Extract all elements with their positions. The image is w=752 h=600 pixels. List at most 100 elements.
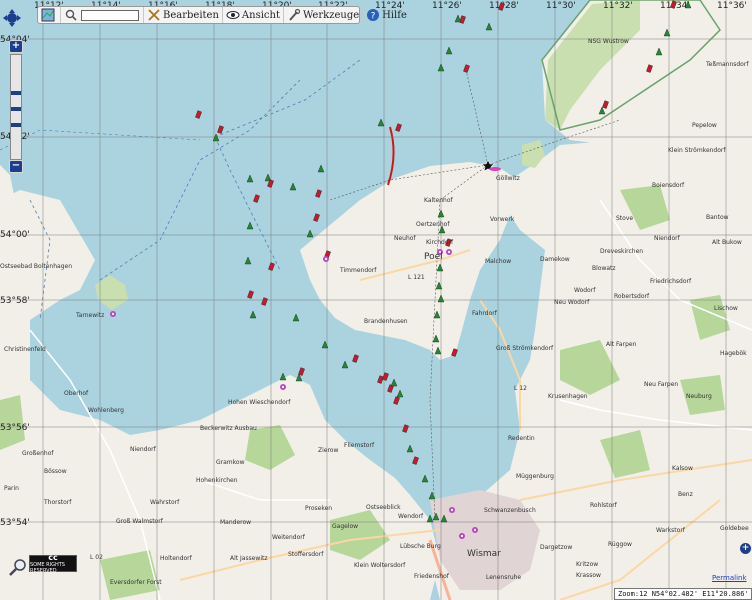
place-benz: Benz (678, 491, 693, 498)
place-blowatz: Blowatz (592, 265, 616, 272)
place-neu-wodorf: Neu Wodorf (554, 299, 590, 306)
place-bantow: Bantow (706, 214, 729, 221)
place-klein-stroemkendorf: Klein Strömkendorf (668, 147, 726, 154)
place-hohenkirchen: Hohenkirchen (196, 477, 238, 484)
place-wohlenberg: Wohlenberg (88, 407, 124, 414)
place-goellwitz: Göllwitz (496, 175, 520, 182)
place-niendorf-e: Niendorf (654, 235, 681, 242)
place-friedenshof: Friedenshof (414, 573, 450, 580)
place-kaltenhof: Kaltenhof (424, 197, 453, 204)
place-poel: Poel (424, 252, 443, 262)
port-marker[interactable] (449, 507, 455, 513)
place-goldebee: Goldebee (720, 525, 749, 532)
port-marker[interactable] (323, 256, 329, 262)
place-gagelow: Gagelow (332, 523, 358, 530)
place-fahrdorf: Fahrdorf (472, 310, 498, 317)
place-oertzenhof: Oertzenhof (416, 221, 450, 228)
place-alt-farpen: Alt Farpen (606, 341, 637, 348)
place-alt-bukow: Alt Bukow (712, 239, 742, 246)
view-menu-button[interactable]: Ansicht (223, 7, 284, 23)
place-mueggenburg: Müggenburg (516, 473, 554, 480)
place-damekow: Damekow (540, 256, 570, 263)
cc-icon: cc (48, 552, 58, 562)
place-christinenfeld: Christinenfeld (4, 346, 46, 353)
place-bossow: Bössow (44, 468, 67, 475)
place-gross-walmstorf: Groß Walmstorf (116, 518, 164, 525)
place-rohlstorf: Rohlstorf (590, 502, 618, 509)
place-l121: L 121 (408, 274, 425, 281)
place-l02: L 02 (90, 554, 103, 561)
place-klein-woltersdorf: Klein Woltersdorf (354, 562, 406, 569)
map-layer-button[interactable] (38, 7, 61, 23)
place-tessmannsdorf: Teßmannsdorf (705, 61, 749, 68)
pan-control[interactable] (2, 8, 22, 28)
place-boiensdorf: Boiensdorf (652, 182, 685, 189)
place-wahrstorf: Wahrstorf (150, 499, 180, 506)
place-malchow: Malchow (485, 258, 511, 265)
port-marker[interactable] (446, 249, 452, 255)
place-gross-stroemkendorf: Groß Strömkendorf (496, 345, 554, 352)
place-pepelow: Pepelow (692, 122, 717, 129)
place-evers: Eversdorfer Forst (110, 579, 162, 586)
place-redentin: Redentin (508, 435, 535, 442)
place-wodorf: Wodorf (574, 287, 596, 294)
latitude-label: 53°56' (0, 423, 30, 433)
place-parin: Parin (4, 485, 19, 492)
zoom-in-button[interactable]: + (9, 40, 23, 53)
view-menu-label: Ansicht (241, 9, 280, 21)
zoom-handle[interactable] (11, 91, 21, 95)
magnifier-icon[interactable] (8, 557, 28, 577)
nautical-map[interactable]: 11°12'11°14'11°16'11°18'11°20'11°22'11°2… (0, 0, 752, 600)
toolbar: Bearbeiten Ansicht Werkzeuge ? Hilfe (37, 6, 407, 24)
longitude-label: 11°30' (546, 1, 576, 11)
place-grossenhof: Großenhof (22, 450, 54, 457)
port-marker[interactable] (459, 533, 465, 539)
place-lischow: Lischow (714, 305, 738, 312)
license-badge[interactable]: cc SOME RIGHTS RESERVED (29, 552, 77, 574)
zoom-slider[interactable] (10, 54, 22, 160)
place-kritzow: Kritzow (576, 561, 598, 568)
zoom-control: + − (8, 40, 24, 174)
zoom-level-mark (11, 107, 21, 111)
permalink-link[interactable]: Permalink (712, 574, 747, 582)
place-proseken: Proseken (305, 505, 332, 512)
zoom-out-button[interactable]: − (9, 160, 23, 173)
port-marker[interactable] (472, 527, 478, 533)
help-menu-button[interactable]: ? Hilfe (363, 7, 410, 23)
latitude-label: 53°54' (0, 518, 30, 528)
status-bar: Zoom:12 N54°02.482' E11°20.886' (614, 588, 752, 600)
zoom-level-mark (11, 123, 21, 127)
tools-menu-button[interactable]: Werkzeuge (284, 7, 364, 23)
port-marker[interactable] (280, 384, 286, 390)
place-gramkow: Gramkow (216, 459, 245, 466)
place-ostseeblick: Ostseeblick (366, 504, 401, 511)
place-ruggow: Rüggow (608, 541, 632, 548)
pan-up-icon (9, 9, 15, 13)
place-fliemstorf: Fliemstorf (344, 442, 375, 449)
edit-menu-button[interactable]: Bearbeiten (144, 7, 223, 23)
search-icon[interactable] (64, 8, 78, 22)
place-luebsche-burg: Lübsche Burg (400, 543, 441, 550)
pan-down-icon (9, 23, 15, 27)
place-weitendorf: Weitendorf (272, 534, 306, 541)
place-friedrichsdorf: Friedrichsdorf (650, 278, 692, 285)
place-dargetzow: Dargetzow (540, 544, 572, 551)
tools-cross-icon (148, 9, 160, 21)
eye-icon (226, 11, 240, 19)
port-marker[interactable] (110, 311, 116, 317)
place-kirchdorf: Kirchdorf (426, 239, 454, 246)
place-stoffersdorf: Stoffersdorf (288, 551, 324, 558)
pan-right-icon (17, 15, 21, 21)
place-vorwerk: Vorwerk (490, 216, 515, 223)
place-oberhof: Oberhof (64, 390, 89, 397)
search-group (61, 7, 144, 23)
wrench-icon (289, 8, 301, 21)
place-krusenhagen: Krusenhagen (548, 393, 588, 400)
latitude-label: 53°58' (0, 296, 30, 306)
help-menu-label: Hilfe (382, 9, 407, 21)
pan-right-button[interactable]: + (740, 543, 751, 554)
search-input[interactable] (81, 9, 139, 21)
place-stove: Stove (616, 215, 633, 222)
map-icon (41, 8, 55, 22)
license-text: SOME RIGHTS RESERVED (30, 561, 65, 574)
